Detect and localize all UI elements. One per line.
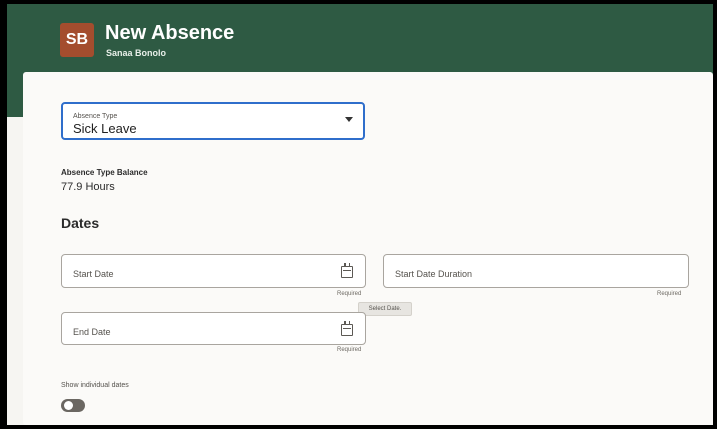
page-title: New Absence <box>105 22 235 44</box>
calendar-icon[interactable] <box>341 263 353 278</box>
end-date-field[interactable]: End Date <box>61 312 366 345</box>
absence-balance-label: Absence Type Balance <box>61 168 148 177</box>
absence-type-value: Sick Leave <box>73 121 137 136</box>
start-date-field[interactable]: Start Date <box>61 254 366 288</box>
app-frame: SB New Absence Sanaa Bonolo Absence Type… <box>7 4 713 425</box>
absence-type-select[interactable]: Absence Type Sick Leave <box>61 102 365 140</box>
page-header: SB New Absence Sanaa Bonolo <box>7 4 713 72</box>
chevron-down-icon[interactable] <box>345 117 353 122</box>
toggle-knob <box>64 401 73 410</box>
show-individual-dates-label: Show individual dates <box>61 382 129 389</box>
start-date-duration-placeholder: Start Date Duration <box>395 269 473 279</box>
start-date-duration-field[interactable]: Start Date Duration <box>383 254 689 288</box>
start-date-duration-required-text: Required <box>657 291 682 297</box>
calendar-icon[interactable] <box>341 321 353 336</box>
end-date-required-text: Required <box>337 347 362 353</box>
absence-balance-value: 77.9 Hours <box>61 181 115 193</box>
start-date-placeholder: Start Date <box>73 269 114 279</box>
dates-section-title: Dates <box>61 215 100 231</box>
person-name: Sanaa Bonolo <box>106 48 167 58</box>
select-date-tooltip: Select Date. <box>358 302 412 316</box>
show-individual-dates-toggle[interactable] <box>61 399 85 412</box>
start-date-required-text: Required <box>337 291 362 297</box>
absence-type-label: Absence Type <box>73 113 118 120</box>
avatar: SB <box>60 23 94 57</box>
end-date-placeholder: End Date <box>73 327 111 337</box>
